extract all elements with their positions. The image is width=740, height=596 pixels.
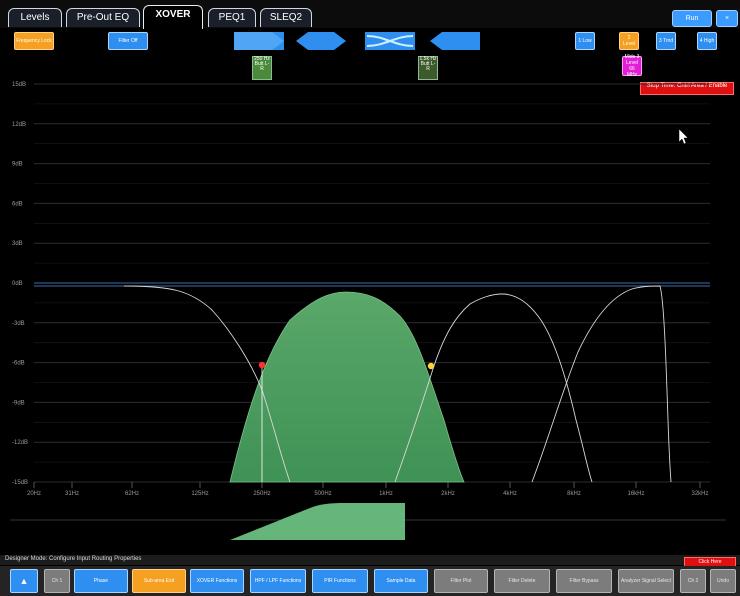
bottom-toolbar-button[interactable]: Filter Bypass [556,569,612,593]
bottom-button-label: Analyzer Signal Select [620,578,672,584]
bottom-button-label: Ch 1 [51,578,63,584]
bottom-button-label: Filter Delete [508,578,536,584]
bottom-toolbar-button[interactable]: HPF / LPF Functions [250,569,306,593]
bottom-toolbar-button[interactable]: Ch 1 [44,569,70,593]
bottom-toolbar-button[interactable]: Filter Plot [434,569,488,593]
y-axis-label: 0dB [12,281,23,287]
bottom-toolbar-button[interactable]: Analyzer Signal Select [618,569,674,593]
y-axis-label: 3dB [12,241,23,247]
bottom-toolbar-button[interactable]: Sample Data [374,569,428,593]
bottom-button-label: Phase [93,578,109,584]
x-axis-label: 20Hz [27,491,41,497]
x-axis-label: 4kHz [503,491,517,497]
x-axis-label: 2kHz [441,491,455,497]
status-text: Designer Mode: Configure Input Routing P… [5,556,141,562]
x-axis-label: 8kHz [567,491,581,497]
bottom-toolbar-button[interactable]: XOVER Functions [190,569,244,593]
x-axis-label: 250Hz [253,491,270,497]
y-axis-label: -3dB [12,321,25,327]
y-axis-label: 9dB [12,162,23,168]
bottom-button-label: Filter Plot [450,578,472,584]
bottom-toolbar-button[interactable]: Ch 2 [680,569,706,593]
bottom-button-label: Filter Bypass [569,578,599,584]
bottom-toolbar-button[interactable]: Sub-area Exit [132,569,186,593]
y-axis-label: -15dB [12,480,28,486]
bottom-toolbar-button[interactable]: PIR Functions [312,569,368,593]
bottom-button-label: Sample Data [386,578,416,584]
x-axis-label: 500Hz [314,491,331,497]
bottom-button-label: PIR Functions [324,578,356,584]
hpf-crossover-point[interactable] [258,361,266,369]
bottom-toolbar-button[interactable]: Undo [710,569,736,593]
x-axis-label: 62Hz [125,491,139,497]
bottom-button-label: Ch 2 [687,578,699,584]
bottom-button-label: Sub-area Exit [143,578,175,584]
band-fill [229,291,465,483]
y-axis-label: 12dB [12,122,26,128]
x-axis-label: 1kHz [379,491,393,497]
high-band-curve [531,285,672,483]
bottom-toolbar-button[interactable]: Phase [74,569,128,593]
bottom-button-label: XOVER Functions [196,578,238,584]
filter-preview-shape [230,503,405,540]
x-axis-label: 125Hz [191,491,208,497]
x-axis-label: 32kHz [691,491,708,497]
response-graph[interactable]: 15dB 12dB 9dB 6dB 3dB 0dB -3dB -6dB -9dB -12dB -15… [0,0,740,596]
bottom-button-label: HPF / LPF Functions [254,578,302,584]
y-axis-label: 6dB [12,201,23,207]
y-axis-label: -6dB [12,361,25,367]
x-axis-label: 16kHz [627,491,644,497]
bottom-button-label: ▲ [19,576,29,586]
x-axis-label: 31Hz [65,491,79,497]
status-message: Designer Mode: Configure Input Routing P… [5,556,142,562]
status-right-text: Click Here [698,559,722,565]
lpf-crossover-point[interactable] [427,362,435,370]
y-axis-label: -9dB [12,400,25,406]
app-window: Levels Pre-Out EQ XOVER PEQ1 SLEQ2 Run ×… [0,0,740,596]
y-axis-label: -12dB [12,440,28,446]
mouse-cursor-icon [678,128,689,145]
y-axis-label: 15dB [12,82,26,88]
bottom-toolbar-button[interactable]: Filter Delete [494,569,550,593]
bottom-button-label: Undo [717,578,729,584]
channel-up-button[interactable]: ▲ [10,569,38,593]
